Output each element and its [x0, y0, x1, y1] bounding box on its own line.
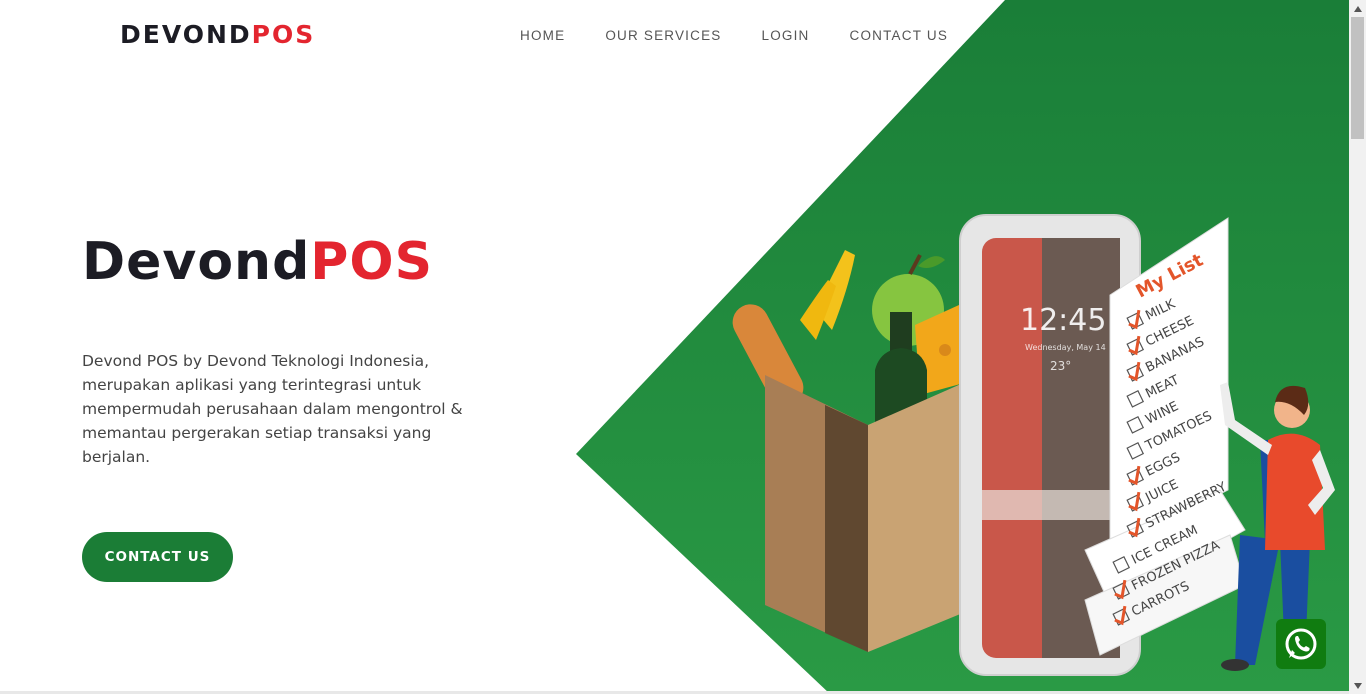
scroll-up-arrow-icon[interactable] [1349, 0, 1366, 17]
contact-us-button[interactable]: CONTACT US [82, 532, 233, 582]
phone-date: Wednesday, May 14 [1025, 343, 1106, 352]
scroll-thumb[interactable] [1351, 17, 1364, 139]
whatsapp-icon [1285, 628, 1317, 660]
nav-contact-us[interactable]: CONTACT US [850, 28, 949, 43]
hero-title-main: Devond [82, 232, 311, 292]
site-logo[interactable]: DEVONDPOS [120, 20, 315, 49]
whatsapp-button[interactable] [1276, 619, 1326, 669]
hero-description: Devond POS by Devond Teknologi Indonesia… [82, 352, 463, 466]
grocery-bag-icon [732, 250, 975, 652]
nav-our-services[interactable]: OUR SERVICES [605, 28, 721, 43]
page: DEVONDPOS HOME OUR SERVICES LOGIN CONTAC… [0, 0, 1349, 694]
page-scrollbar[interactable] [1349, 0, 1366, 694]
hero-title-accent: POS [310, 232, 434, 292]
shopping-illustration: 12:45 Wednesday, May 14 23° My List MILK… [732, 214, 1335, 676]
main-nav: HOME OUR SERVICES LOGIN CONTACT US [520, 28, 948, 43]
logo-main: DEVOND [120, 20, 252, 49]
logo-accent: POS [251, 20, 316, 49]
phone-temp: 23° [1050, 359, 1071, 373]
nav-login[interactable]: LOGIN [762, 28, 810, 43]
scroll-down-arrow-icon[interactable] [1349, 677, 1366, 694]
phone-time: 12:45 [1020, 303, 1106, 338]
nav-home[interactable]: HOME [520, 28, 565, 43]
hero-title: DevondPOS [82, 232, 433, 292]
